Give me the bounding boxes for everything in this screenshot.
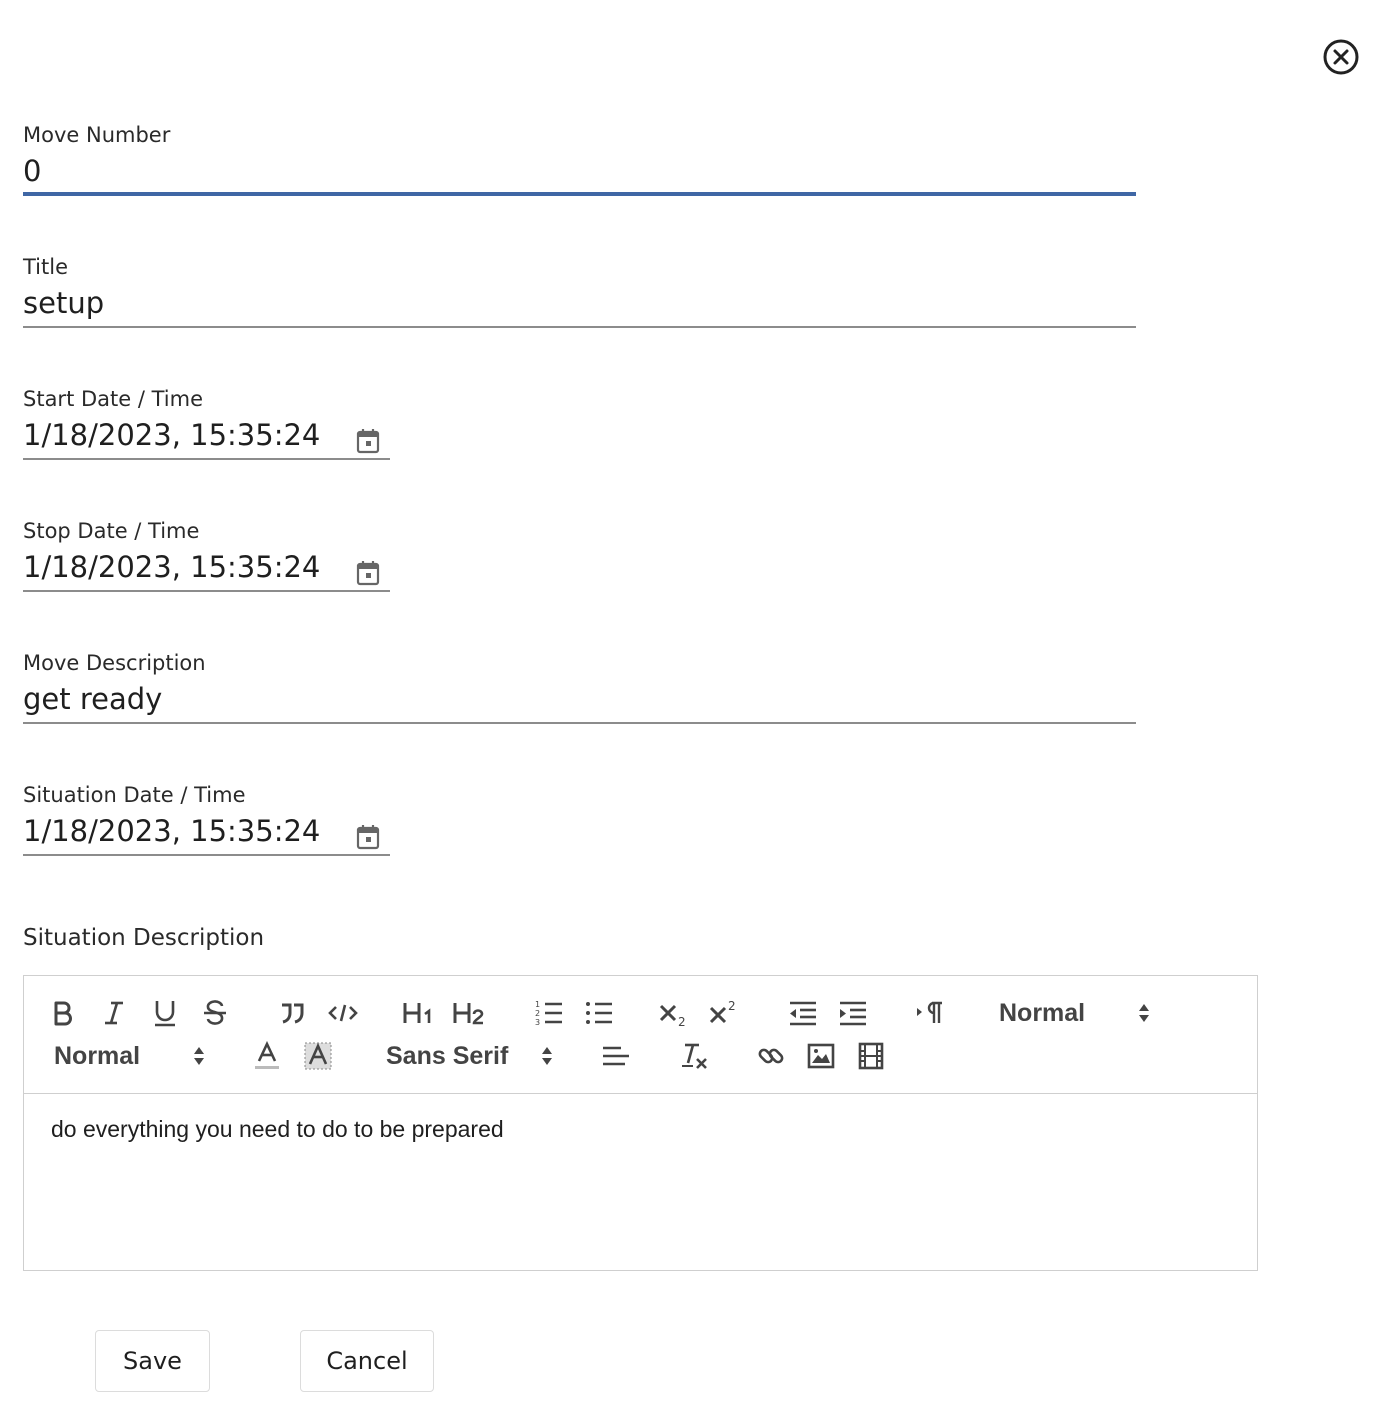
font-select-value: Sans Serif — [386, 1041, 509, 1070]
subscript-icon[interactable]: 2 — [658, 995, 692, 1031]
close-icon[interactable] — [1322, 38, 1360, 76]
header-select[interactable]: Normal — [999, 995, 1151, 1031]
start-datetime-label: Start Date / Time — [23, 387, 203, 411]
move-description-field: Move Description get ready — [23, 650, 1136, 724]
stop-datetime-field: Stop Date / Time 1/18/2023, 15:35:24 — [23, 518, 390, 592]
svg-text:1: 1 — [535, 1000, 540, 1009]
updown-arrows-icon — [1139, 1004, 1149, 1022]
title-label: Title — [23, 255, 69, 279]
clear-formatting-icon[interactable] — [678, 1038, 710, 1074]
calendar-icon[interactable] — [356, 421, 380, 454]
editor-content[interactable]: do everything you need to do to be prepa… — [51, 1116, 504, 1143]
move-description-label: Move Description — [23, 651, 206, 675]
title-input[interactable]: setup — [23, 280, 1136, 328]
image-icon[interactable] — [805, 1038, 837, 1074]
link-icon[interactable] — [755, 1038, 787, 1074]
situation-description-label: Situation Description — [23, 925, 265, 951]
stop-datetime-input[interactable]: 1/18/2023, 15:35:24 — [23, 544, 390, 592]
size-select[interactable]: Normal — [54, 1038, 206, 1074]
font-select[interactable]: Sans Serif — [386, 1038, 554, 1074]
title-value: setup — [23, 286, 105, 320]
svg-text:2: 2 — [535, 1009, 540, 1018]
italic-icon[interactable] — [99, 995, 129, 1031]
rich-text-editor: 123 2 2 Normal Normal Sans Serif do ever… — [23, 975, 1258, 1271]
video-icon[interactable] — [855, 1038, 887, 1074]
updown-arrows-icon — [194, 1047, 204, 1065]
text-color-icon[interactable] — [252, 1038, 282, 1074]
situation-datetime-label: Situation Date / Time — [23, 783, 246, 807]
indent-icon[interactable] — [837, 995, 869, 1031]
ordered-list-icon[interactable]: 123 — [532, 995, 566, 1031]
strikethrough-icon[interactable] — [200, 995, 230, 1031]
move-number-input[interactable]: 0 — [23, 148, 1136, 196]
situation-datetime-input[interactable]: 1/18/2023, 15:35:24 — [23, 808, 390, 856]
outdent-icon[interactable] — [787, 995, 819, 1031]
header-1-icon[interactable] — [402, 995, 436, 1031]
background-color-icon[interactable] — [302, 1038, 334, 1074]
stop-datetime-value: 1/18/2023, 15:35:24 — [23, 550, 321, 584]
save-button[interactable]: Save — [95, 1330, 210, 1392]
header-select-value: Normal — [999, 998, 1086, 1027]
move-description-value: get ready — [23, 682, 163, 716]
stop-datetime-label: Stop Date / Time — [23, 519, 200, 543]
size-select-value: Normal — [54, 1041, 141, 1070]
superscript-icon[interactable]: 2 — [708, 995, 742, 1031]
title-field: Title setup — [23, 254, 1136, 328]
situation-datetime-field: Situation Date / Time 1/18/2023, 15:35:2… — [23, 782, 390, 856]
bold-icon[interactable] — [48, 995, 78, 1031]
cancel-button[interactable]: Cancel — [300, 1330, 434, 1392]
svg-text:2: 2 — [728, 999, 736, 1013]
underline-icon[interactable] — [150, 995, 180, 1031]
start-datetime-value: 1/18/2023, 15:35:24 — [23, 418, 321, 452]
bullet-list-icon[interactable] — [582, 995, 616, 1031]
start-datetime-input[interactable]: 1/18/2023, 15:35:24 — [23, 412, 390, 460]
move-number-field: Move Number 0 — [23, 122, 1136, 196]
move-number-value: 0 — [23, 154, 42, 188]
text-direction-icon[interactable] — [915, 995, 945, 1031]
align-left-icon[interactable] — [600, 1038, 632, 1074]
start-datetime-field: Start Date / Time 1/18/2023, 15:35:24 — [23, 386, 390, 460]
header-2-icon[interactable] — [452, 995, 488, 1031]
svg-text:3: 3 — [535, 1018, 540, 1027]
editor-toolbar: 123 2 2 Normal Normal Sans Serif — [24, 976, 1257, 1094]
svg-text:2: 2 — [678, 1015, 686, 1027]
calendar-icon[interactable] — [356, 817, 380, 850]
updown-arrows-icon — [542, 1047, 552, 1065]
move-description-input[interactable]: get ready — [23, 676, 1136, 724]
code-block-icon[interactable] — [327, 995, 359, 1031]
move-number-label: Move Number — [23, 123, 171, 147]
blockquote-icon[interactable] — [277, 995, 307, 1031]
calendar-icon[interactable] — [356, 553, 380, 586]
situation-datetime-value: 1/18/2023, 15:35:24 — [23, 814, 321, 848]
